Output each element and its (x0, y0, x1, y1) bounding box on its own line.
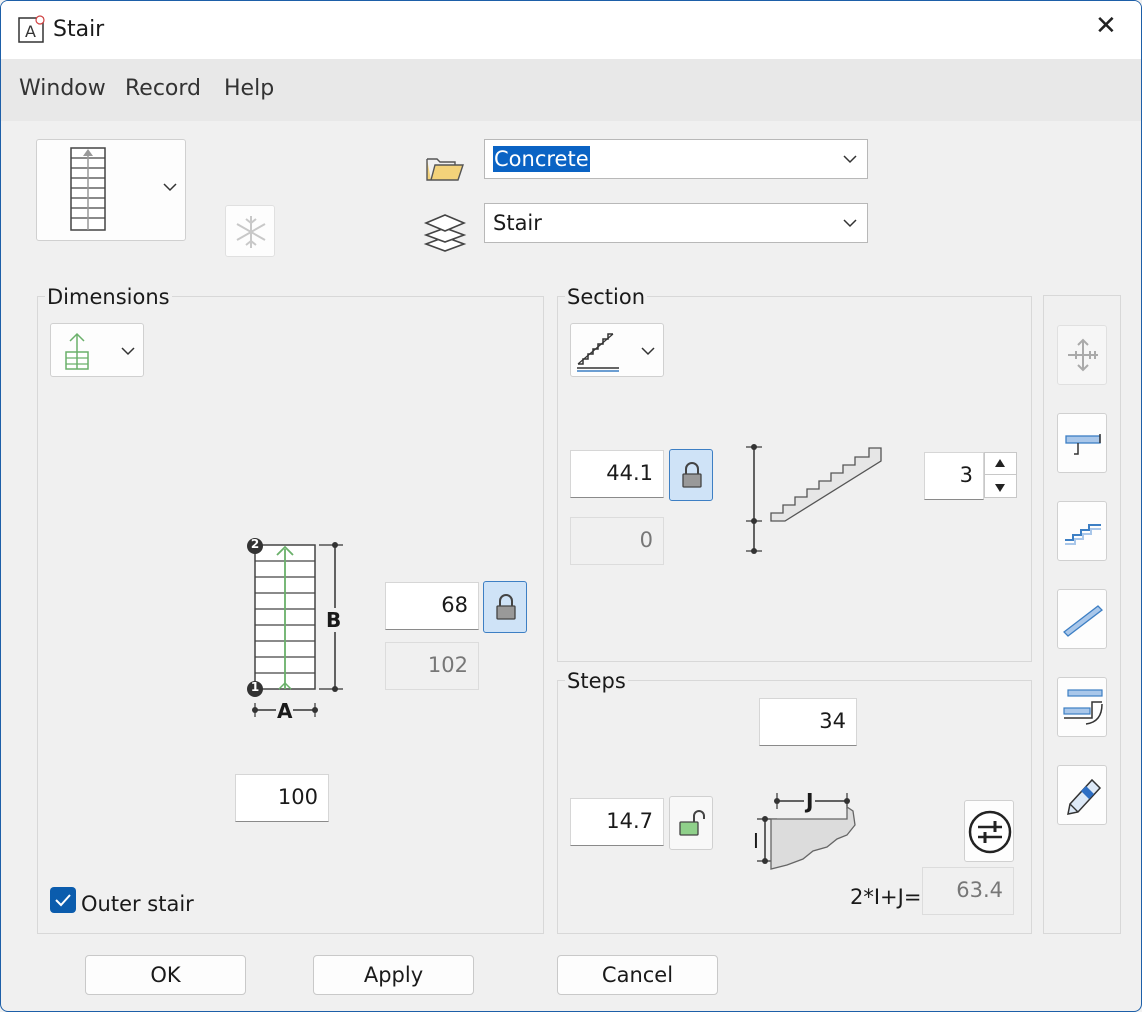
menu-record[interactable]: Record (125, 76, 201, 101)
steps-label: Steps (565, 669, 628, 693)
move-arrows-icon (1066, 338, 1100, 372)
tool-edit-button[interactable] (1057, 765, 1107, 825)
tool-slab-button[interactable] (1057, 589, 1107, 649)
step-j-marker: J (804, 789, 816, 813)
slope-angle-input[interactable]: 44.1 (570, 450, 664, 498)
stair-dialog: A Stair ✕ Window Record Help Concrete St… (0, 0, 1142, 1012)
spinner-up-icon[interactable] (985, 453, 1016, 475)
section-diagram (741, 441, 891, 557)
dimension-b-lock-button[interactable] (483, 581, 527, 633)
menu-bar: Window Record Help (1, 59, 1141, 121)
dimension-b-calculated: 102 (385, 642, 479, 690)
apply-button[interactable]: Apply (313, 955, 474, 995)
layers-icon (423, 211, 467, 253)
tool-stringer-button[interactable] (1057, 677, 1107, 737)
stair-direction-icon (63, 330, 93, 372)
section-offset-field: 0 (570, 517, 664, 565)
title-bar: A Stair ✕ (1, 1, 1141, 59)
material-select[interactable]: Concrete (484, 139, 868, 179)
dimensions-label: Dimensions (45, 285, 172, 309)
dimension-b-marker: B (325, 608, 343, 632)
outer-stair-checkbox[interactable] (50, 887, 76, 913)
stair-stringer-icon (1062, 688, 1104, 730)
layer-value: Stair (493, 211, 542, 235)
tool-move-button[interactable] (1057, 325, 1107, 385)
spinner-down-icon[interactable] (985, 476, 1016, 498)
folder-icon (425, 153, 465, 183)
ok-button[interactable]: OK (85, 955, 246, 995)
layer-select[interactable]: Stair (484, 203, 868, 243)
straight-stair-icon (69, 146, 109, 234)
lock-closed-icon (495, 594, 517, 620)
lock-closed-icon (681, 462, 703, 488)
stair-section-icon (575, 330, 621, 372)
step-i-marker: I (753, 829, 759, 853)
start-point-marker: 1 (250, 680, 260, 694)
step-height-unlock-button[interactable] (669, 796, 713, 850)
dimension-b-input[interactable]: 68 (385, 582, 479, 630)
slope-lock-button[interactable] (669, 449, 713, 501)
chevron-down-icon (843, 140, 857, 178)
steps-count-input[interactable]: 34 (759, 698, 857, 746)
section-label: Section (565, 285, 648, 309)
close-icon[interactable]: ✕ (1095, 11, 1117, 41)
formula-value-field: 63.4 (922, 867, 1014, 915)
dimension-a-input[interactable]: 100 (235, 774, 329, 822)
tool-steps-button[interactable] (1057, 501, 1107, 561)
adjust-icon (967, 809, 1013, 855)
section-type-dropdown[interactable] (570, 323, 664, 377)
step-profile-diagram: J I (747, 785, 867, 877)
pencil-icon (1062, 774, 1104, 818)
formula-label: 2*I+J= (850, 885, 922, 909)
section-count-input[interactable]: 3 (924, 452, 984, 500)
svg-text:A: A (25, 22, 36, 41)
app-icon: A (18, 15, 46, 43)
stair-plan-diagram: B A 2 1 (243, 535, 353, 725)
end-point-marker: 2 (250, 537, 260, 551)
tool-landing-button[interactable] (1057, 413, 1107, 473)
step-height-input[interactable]: 14.7 (570, 798, 664, 846)
stair-type-dropdown[interactable] (36, 139, 186, 241)
chevron-down-icon (641, 346, 655, 356)
dimension-a-marker: A (276, 699, 294, 723)
material-value: Concrete (493, 146, 590, 172)
step-settings-button[interactable] (964, 800, 1014, 862)
chevron-down-icon (121, 346, 135, 356)
snowflake-icon (233, 214, 269, 250)
chevron-down-icon (163, 182, 177, 192)
stair-landing-icon (1064, 428, 1102, 460)
cancel-button[interactable]: Cancel (557, 955, 718, 995)
freeze-button[interactable] (225, 205, 275, 257)
chevron-down-icon (843, 204, 857, 242)
menu-help[interactable]: Help (224, 76, 274, 101)
section-count-spinner[interactable] (984, 452, 1017, 498)
menu-window[interactable]: Window (19, 76, 106, 101)
checkmark-icon (55, 894, 71, 907)
window-title: Stair (53, 17, 105, 42)
stair-slab-icon (1062, 602, 1104, 638)
lock-open-icon (678, 809, 708, 837)
outer-stair-label[interactable]: Outer stair (81, 892, 194, 916)
direction-dropdown[interactable] (50, 323, 144, 377)
stair-steps-icon (1063, 520, 1103, 546)
